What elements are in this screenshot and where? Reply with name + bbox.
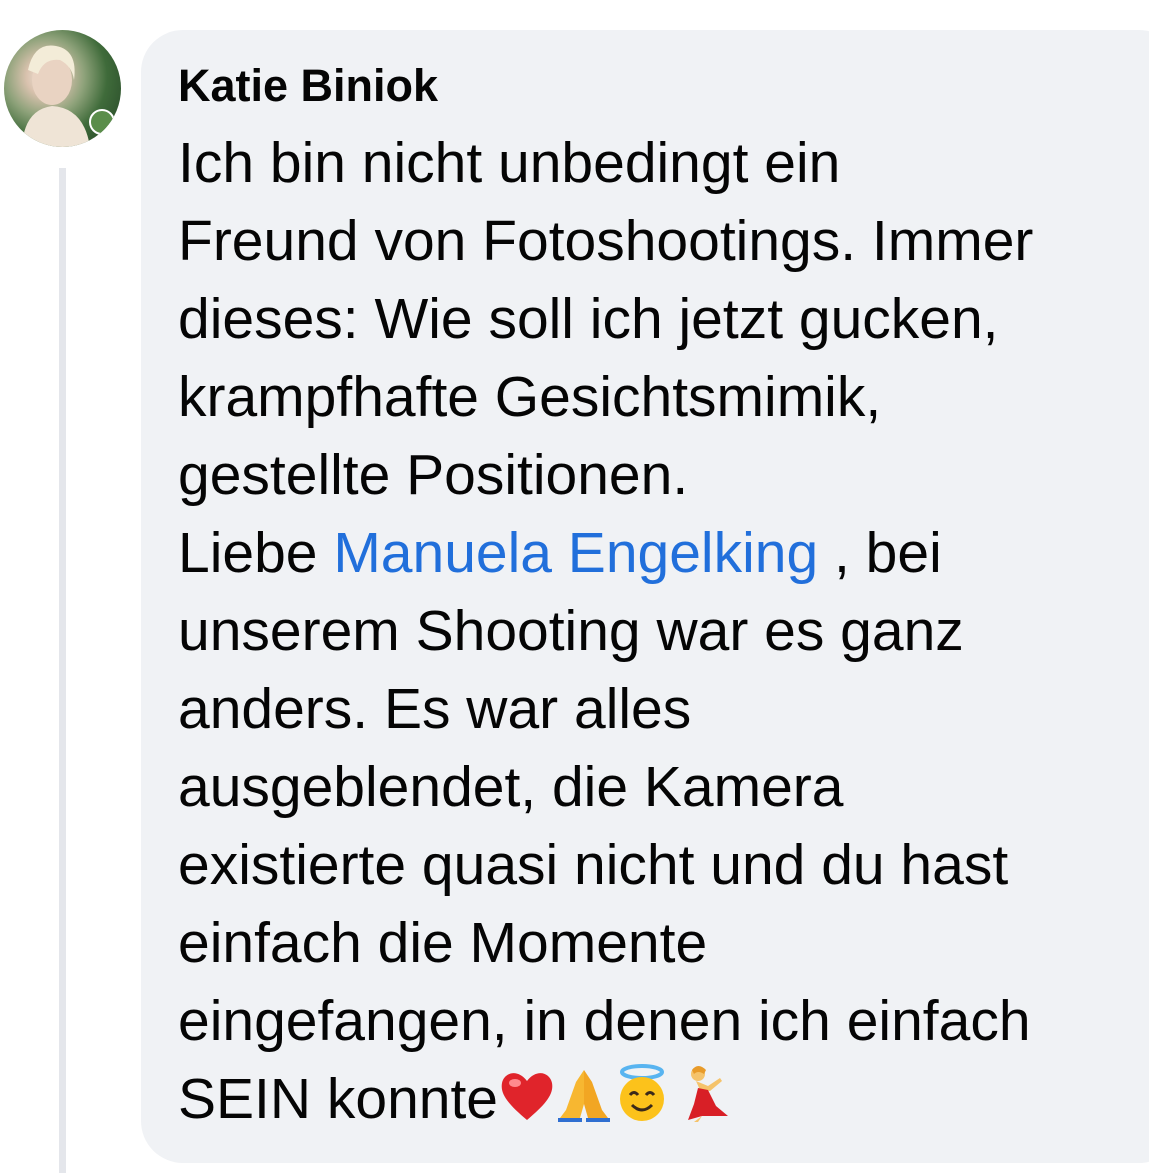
mention-line: Liebe Manuela Engelking , bei — [178, 514, 1143, 592]
last-line-text: SEIN konnte — [178, 1067, 499, 1131]
comment-line: eingefangen, in denen ich einfach — [178, 989, 1031, 1053]
thread-line — [59, 168, 66, 1173]
mention-suffix: , bei — [818, 521, 942, 585]
last-line: SEIN konnte — [178, 1060, 1143, 1138]
comment-text: Ich bin nicht unbedingt ein Freund von F… — [178, 124, 1143, 1138]
smiling-face-with-halo-icon — [612, 1063, 672, 1143]
comment-line: anders. Es war alles — [178, 677, 692, 741]
dancer-icon — [672, 1064, 732, 1142]
comment-line: dieses: Wie soll ich jetzt gucken, — [178, 287, 999, 351]
praying-hands-icon — [556, 1064, 612, 1142]
comment-line: einfach die Momente — [178, 911, 708, 975]
comment-line: Freund von Fotoshootings. Immer — [178, 209, 1034, 273]
avatar-photo — [22, 45, 115, 147]
comment-line: Ich bin nicht unbedingt ein — [178, 131, 841, 195]
comment-line: ausgeblendet, die Kamera — [178, 755, 844, 819]
comment-line: gestellte Positionen. — [178, 443, 689, 507]
comment-line: krampfhafte Gesichtsmimik, — [178, 365, 882, 429]
mention-prefix: Liebe — [178, 521, 334, 585]
mention-link[interactable]: Manuela Engelking — [333, 521, 818, 585]
comment-line: unserem Shooting war es ganz — [178, 599, 964, 663]
comment-author[interactable]: Katie Biniok — [178, 60, 438, 112]
comment-line: existierte quasi nicht und du hast — [178, 833, 1009, 897]
avatar[interactable] — [4, 30, 121, 147]
heart-icon — [498, 1064, 556, 1142]
